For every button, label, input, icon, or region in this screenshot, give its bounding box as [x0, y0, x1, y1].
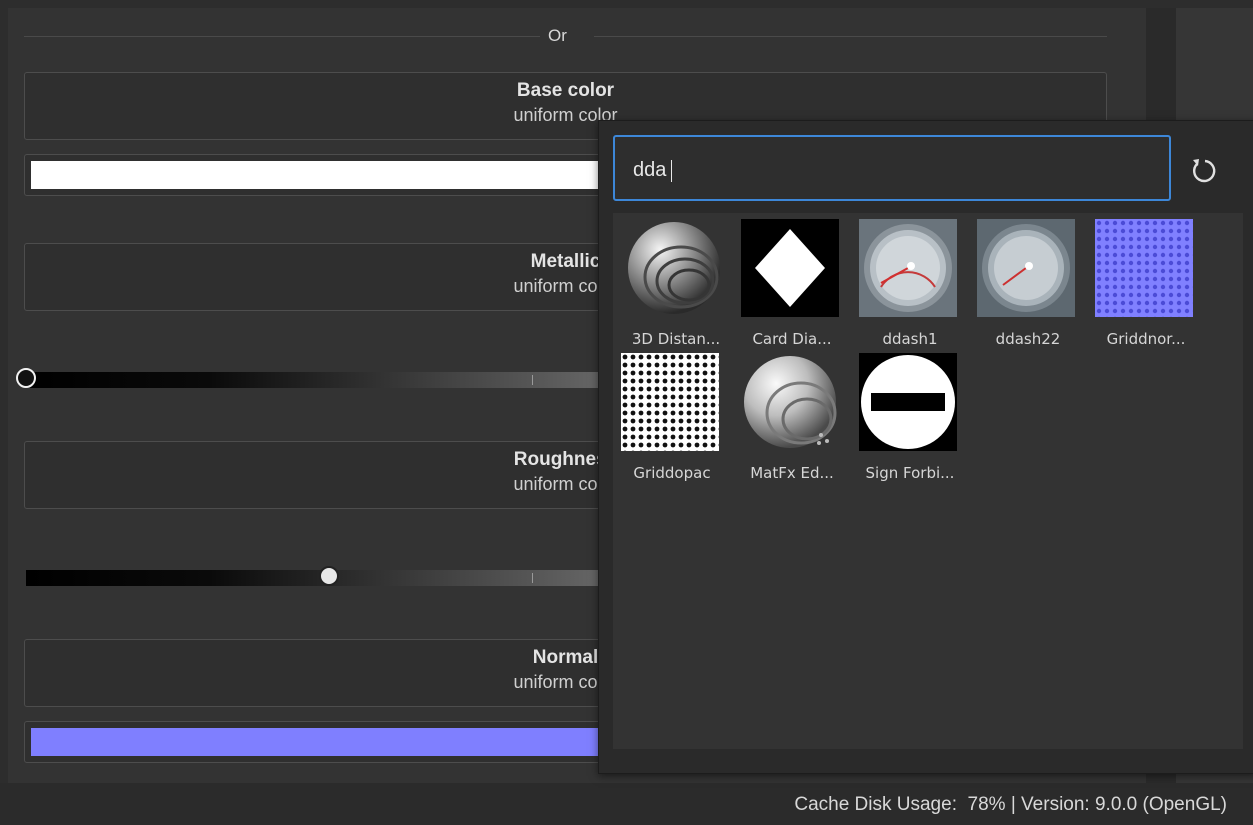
- result-label: Sign Forbi...: [865, 464, 955, 482]
- grid-opacity-icon: [621, 353, 719, 451]
- result-label: 3D Distan...: [631, 330, 721, 348]
- roughness-slider-handle[interactable]: [318, 566, 339, 586]
- result-label: Griddnor...: [1106, 330, 1186, 348]
- sphere-grooves-icon: [625, 219, 723, 317]
- result-item[interactable]: 3D Distan...: [617, 217, 727, 348]
- search-input[interactable]: dda: [613, 135, 1171, 201]
- refresh-icon[interactable]: [1189, 155, 1221, 187]
- status-bar: Cache Disk Usage: 78% | Version: 9.0.0 (…: [0, 783, 1253, 825]
- result-item[interactable]: ddash22: [969, 217, 1079, 348]
- result-item[interactable]: Griddopac: [613, 351, 723, 482]
- result-item[interactable]: MatFx Ed...: [733, 351, 843, 482]
- result-label: Griddopac: [633, 464, 711, 482]
- result-label: ddash1: [882, 330, 938, 348]
- sphere-grooves-light-icon: [741, 353, 839, 451]
- dashboard-gauge-icon: [977, 219, 1075, 317]
- dashboard-gauge-icon: [859, 219, 957, 317]
- divider-right: [594, 36, 1107, 37]
- section-title: Base color: [516, 80, 615, 101]
- result-item[interactable]: Griddnor...: [1087, 217, 1197, 348]
- result-item[interactable]: Card Dia...: [733, 217, 843, 348]
- sign-forbidden-icon: [859, 353, 957, 451]
- results-grid: 3D Distan... Card Dia... ddash1 ddash22 …: [613, 213, 1243, 749]
- result-item[interactable]: Sign Forbi...: [851, 351, 961, 482]
- slider-tick: [532, 573, 533, 583]
- metallic-slider-handle[interactable]: [16, 368, 36, 388]
- divider-left: [24, 36, 540, 37]
- text-caret: [671, 159, 673, 182]
- result-label: ddash22: [995, 330, 1061, 348]
- divider-label: Or: [548, 26, 567, 45]
- slider-tick: [532, 375, 533, 385]
- result-item[interactable]: ddash1: [851, 217, 961, 348]
- result-label: Card Dia...: [752, 330, 832, 348]
- search-input-value[interactable]: dda: [633, 159, 673, 182]
- result-label: MatFx Ed...: [750, 464, 834, 482]
- status-text: Cache Disk Usage: 78% | Version: 9.0.0 (…: [794, 794, 1227, 815]
- texture-search-popup: dda 3D Distan... Card Dia... ddash1 ddas…: [598, 120, 1253, 774]
- card-diamond-icon: [741, 219, 839, 317]
- search-query-text: dda: [633, 159, 667, 181]
- grid-normal-icon: [1095, 219, 1193, 317]
